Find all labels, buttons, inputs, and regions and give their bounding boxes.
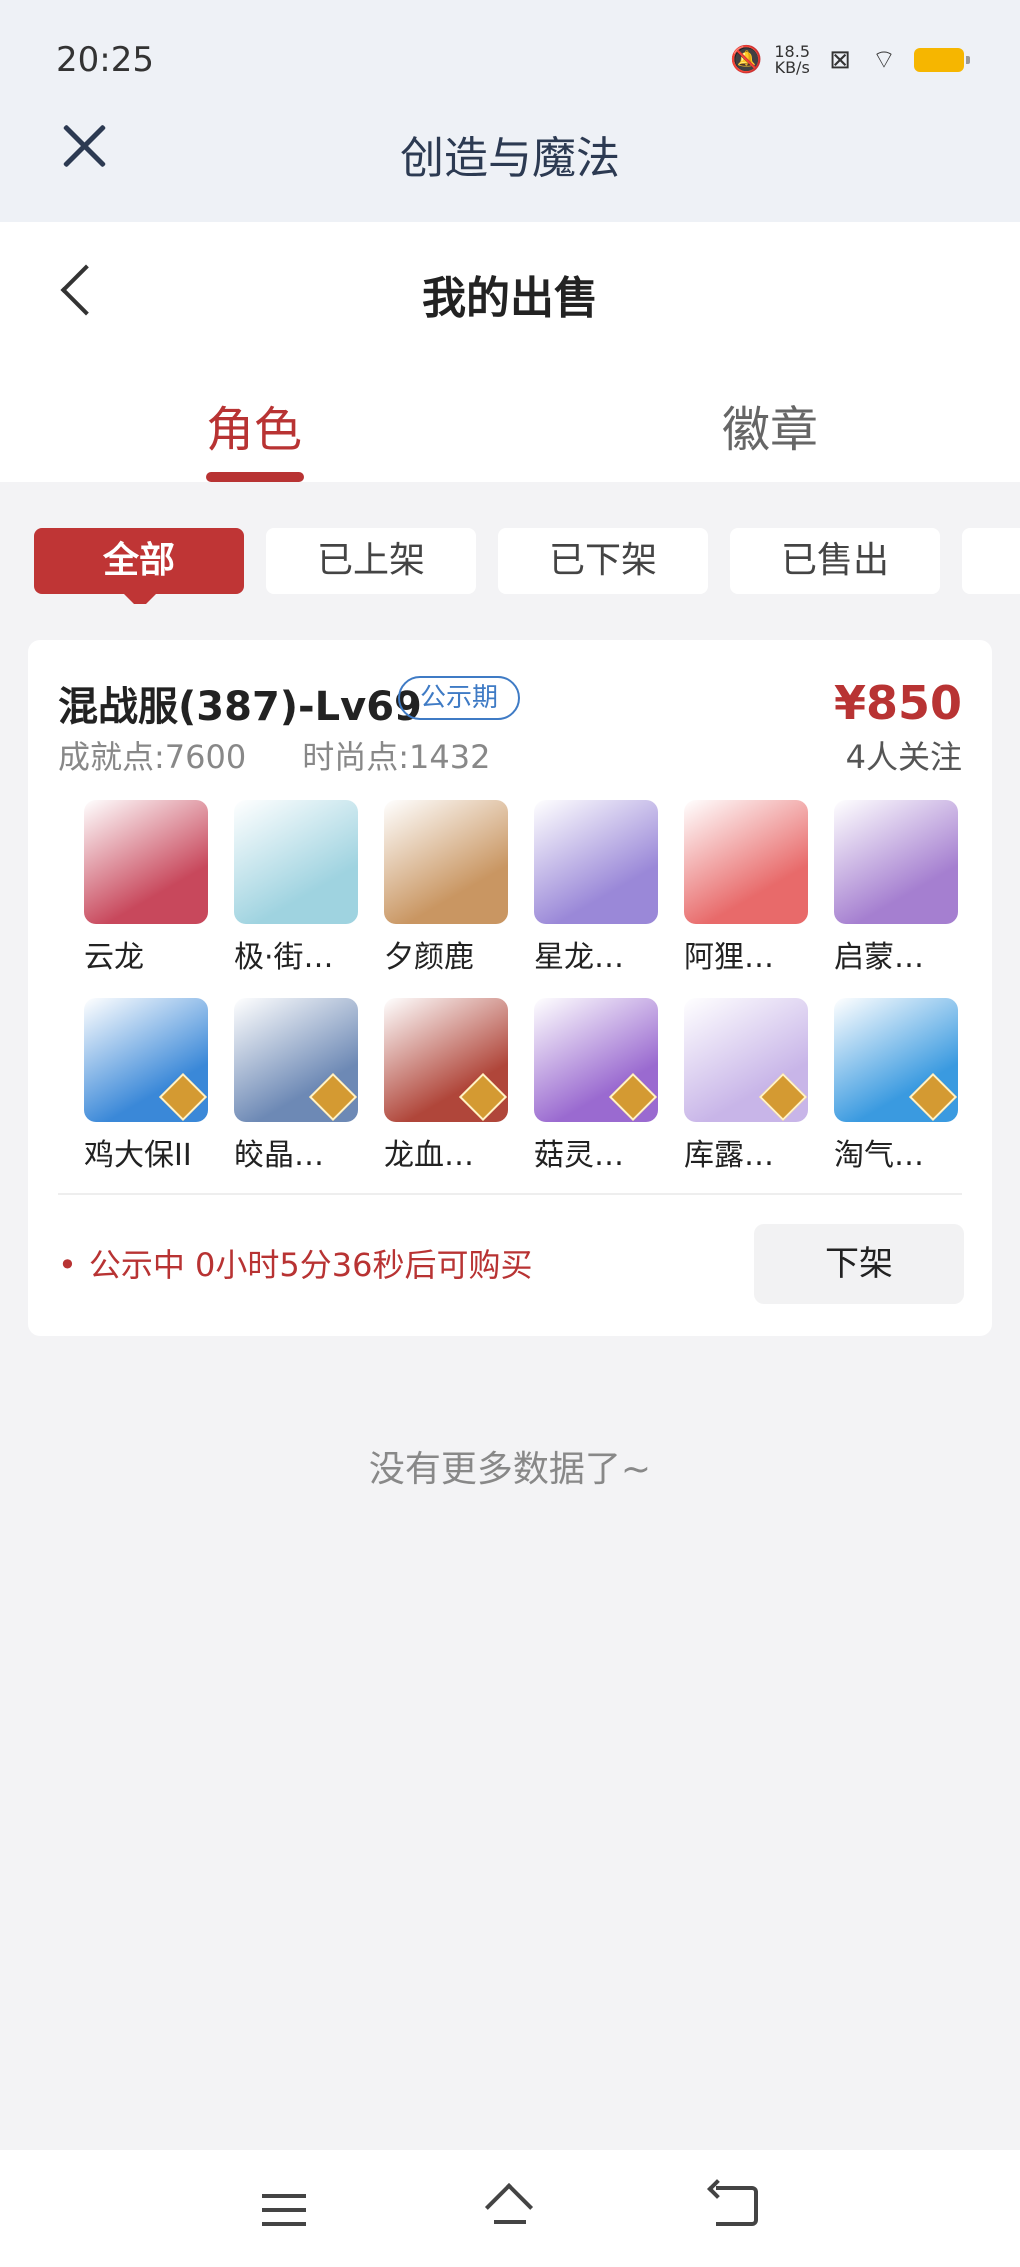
countdown-notice: 公示中 0小时5分36秒后可购买 [58, 1240, 533, 1286]
pet-image [84, 998, 208, 1122]
pet-item[interactable]: 阿狸… [684, 800, 814, 976]
pet-item[interactable]: 鸡大保II [84, 998, 214, 1174]
pet-image [384, 998, 508, 1122]
pet-item[interactable]: 皎晶… [234, 998, 364, 1174]
pet-name: 菇灵… [534, 1138, 624, 1173]
pet-name: 阿狸… [684, 940, 774, 975]
status-badge: 公示期 [398, 676, 520, 720]
app-title: 创造与魔法 [400, 133, 620, 184]
pet-image [534, 800, 658, 924]
mute-icon: 🔕 [730, 45, 763, 75]
pet-name: 淘气… [834, 1138, 924, 1173]
battery-icon [914, 48, 970, 72]
pet-name: 库露… [684, 1138, 774, 1173]
pet-image [234, 998, 358, 1122]
app-header: 20:25 🔕 18.5 KB/s ⊠ ⌔ 创造与魔法 [0, 0, 1020, 222]
pet-name: 星龙… [534, 940, 624, 975]
role-name: 混战服(387)-Lv69 [58, 684, 422, 730]
pet-item[interactable]: 星龙… [534, 800, 664, 976]
pet-name: 皎晶… [234, 1138, 324, 1173]
pet-item[interactable]: 龙血… [384, 998, 514, 1174]
role-stats: 成就点:7600 时尚点:1432 [58, 732, 490, 778]
pet-name: 云龙 [84, 940, 144, 975]
filter-chips: 全部 已上架 已下架 已售出 已 [34, 528, 1020, 604]
filter-delisted[interactable]: 已下架 [498, 528, 708, 594]
pet-item[interactable]: 库露… [684, 998, 814, 1174]
pet-item[interactable]: 夕颜鹿 [384, 800, 514, 976]
pet-item[interactable]: 菇灵… [534, 998, 664, 1174]
tier-badge-icon [458, 1072, 508, 1122]
listing-card[interactable]: 混战服(387)-Lv69 公示期 ¥850 成就点:7600 时尚点:1432 … [28, 640, 992, 1336]
pet-image [234, 800, 358, 924]
home-icon[interactable] [484, 2186, 536, 2230]
divider [58, 1193, 962, 1195]
back-nav-icon[interactable] [716, 2186, 758, 2226]
sim-off-icon: ⊠ [829, 45, 851, 75]
tab-badge[interactable]: 徽章 [722, 390, 818, 460]
achievement-points: 成就点:7600 [58, 738, 247, 776]
pet-name: 极·街… [234, 940, 334, 975]
page-header: 我的出售 角色 徽章 [0, 222, 1020, 482]
offshelf-button[interactable]: 下架 [754, 1224, 964, 1304]
price: ¥850 [833, 676, 962, 730]
pet-image [834, 998, 958, 1122]
page-title: 我的出售 [422, 273, 598, 324]
pet-image [684, 998, 808, 1122]
pet-image [684, 800, 808, 924]
tier-badge-icon [308, 1072, 358, 1122]
filter-all[interactable]: 全部 [34, 528, 244, 604]
pet-image [384, 800, 508, 924]
pet-name: 夕颜鹿 [384, 940, 474, 975]
pet-name: 鸡大保II [84, 1138, 192, 1173]
net-speed: 18.5 KB/s [774, 42, 810, 77]
tier-badge-icon [158, 1072, 208, 1122]
fashion-points: 时尚点:1432 [302, 738, 491, 776]
pet-image [84, 800, 208, 924]
pet-image [534, 998, 658, 1122]
pet-image [834, 800, 958, 924]
status-time: 20:25 [56, 40, 154, 80]
pet-item[interactable]: 启蒙… [834, 800, 964, 976]
pet-name: 启蒙… [834, 940, 924, 975]
pet-item[interactable]: 淘气… [834, 998, 964, 1174]
status-icons: 🔕 18.5 KB/s ⊠ ⌔ [730, 42, 970, 77]
tier-badge-icon [758, 1072, 808, 1122]
tab-role[interactable]: 角色 [206, 390, 302, 460]
filter-sold[interactable]: 已售出 [730, 528, 940, 594]
system-nav-bar [0, 2150, 1020, 2267]
tier-badge-icon [908, 1072, 958, 1122]
no-more-data: 没有更多数据了~ [368, 1449, 652, 1490]
pet-name: 龙血… [384, 1138, 474, 1173]
filter-more[interactable]: 已 [962, 528, 1020, 594]
menu-icon[interactable] [262, 2194, 306, 2228]
filter-listed[interactable]: 已上架 [266, 528, 476, 594]
pet-item[interactable]: 云龙 [84, 800, 214, 976]
tier-badge-icon [608, 1072, 658, 1122]
followers-count: 4人关注 [845, 738, 962, 776]
wifi-icon: ⌔ [871, 45, 897, 75]
pet-item[interactable]: 极·街… [234, 800, 364, 976]
active-tab-indicator [206, 472, 304, 482]
